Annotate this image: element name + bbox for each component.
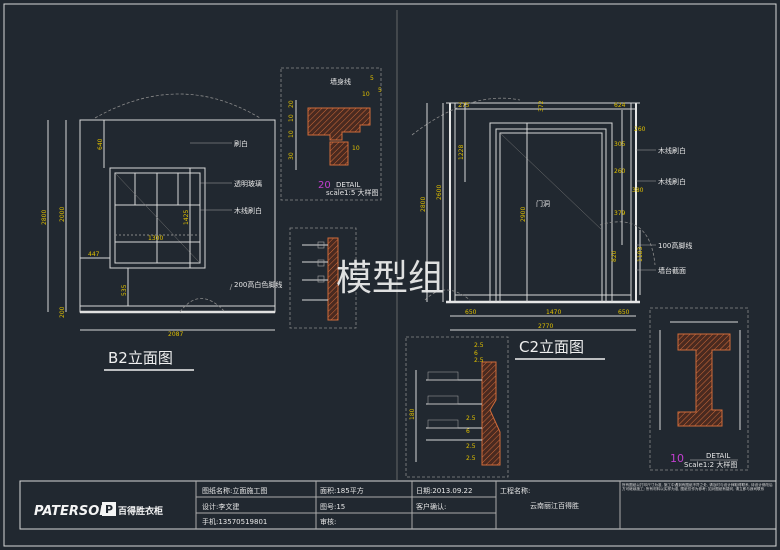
c2-label-trim-1: 木线刷白 bbox=[658, 146, 686, 155]
svg-text:5: 5 bbox=[378, 87, 382, 94]
svg-text:820: 820 bbox=[611, 250, 618, 262]
svg-text:2.5: 2.5 bbox=[474, 342, 484, 349]
b2-window bbox=[109, 167, 206, 269]
tb-project-label: 工程名称: bbox=[500, 486, 530, 495]
b2-label-trim: 木线刷白 bbox=[234, 206, 262, 215]
c2-title: C2立面图 bbox=[519, 338, 584, 356]
cad-drawing-sheet: 2800 2000 640 1425 1300 447 535 200 2087… bbox=[3, 3, 777, 547]
b2-dim-top: 640 bbox=[97, 138, 104, 150]
tb-project: 云南丽江百得胜 bbox=[530, 501, 579, 510]
svg-text:6: 6 bbox=[466, 428, 470, 435]
c2-dim-total-width: 2770 bbox=[538, 323, 553, 330]
svg-text:20: 20 bbox=[288, 100, 295, 108]
tb-phone: 手机:13570519801 bbox=[202, 517, 267, 526]
detail-small-scale: scale1:5 大样图 bbox=[326, 188, 379, 197]
svg-text:650: 650 bbox=[618, 309, 630, 316]
svg-text:10: 10 bbox=[362, 91, 370, 98]
svg-text:P: P bbox=[105, 503, 113, 516]
detail-large-number: 10 bbox=[670, 452, 684, 465]
svg-text:180: 180 bbox=[409, 408, 416, 420]
detail-small: 墙身线 20 10 10 30 5 5 10 10 20 DETAIL scal… bbox=[280, 67, 382, 201]
b2-dim-total-width: 2087 bbox=[168, 331, 183, 338]
b2-dim-window-width: 1300 bbox=[148, 235, 163, 242]
company-logo: PATERSON bbox=[34, 504, 110, 519]
tb-note-text: 所有图纸以打印尺寸为准, 施工中遇到有图纸不符之处, 请及时与设计师取得联系, … bbox=[622, 483, 773, 492]
svg-text:275: 275 bbox=[458, 102, 470, 109]
c2-door-label: 门洞 bbox=[536, 199, 550, 208]
svg-text:305: 305 bbox=[614, 141, 626, 148]
profile-detail: 2.5 6 2.5 2.5 6 2.5 2.5 180 bbox=[405, 336, 509, 478]
svg-text:10: 10 bbox=[352, 145, 360, 152]
detail-large-scale: Scale1:2 大样图 bbox=[684, 460, 737, 469]
b2-elevation: 2800 2000 640 1425 1300 447 535 200 2087… bbox=[41, 93, 282, 371]
svg-text:5: 5 bbox=[370, 75, 374, 82]
detail-small-title: 墙身线 bbox=[330, 77, 351, 86]
c2-elevation: 门洞 2800 2600 2900 1228 275 372 624 260 3… bbox=[411, 97, 692, 360]
company-logo-cn: 百得胜衣柜 bbox=[118, 505, 163, 517]
tb-review: 审核: bbox=[320, 517, 336, 526]
c2-label-skirting: 100高脚线 bbox=[658, 241, 692, 250]
detail-small-label: DETAIL bbox=[336, 181, 360, 189]
c2-dim-total-height: 2800 bbox=[420, 197, 427, 212]
tb-area: 面积:185平方 bbox=[320, 486, 364, 495]
svg-text:624: 624 bbox=[614, 102, 626, 109]
b2-dim-window-height: 1425 bbox=[183, 210, 190, 225]
b2-dim-base: 200 bbox=[59, 306, 66, 318]
detail-large-label: DETAIL bbox=[706, 452, 730, 460]
svg-text:1183: 1183 bbox=[637, 247, 644, 262]
svg-text:260: 260 bbox=[614, 168, 626, 175]
svg-text:260: 260 bbox=[634, 126, 646, 133]
svg-text:10: 10 bbox=[288, 130, 295, 138]
b2-dim-left: 447 bbox=[88, 251, 100, 258]
watermark: 模型组 bbox=[336, 258, 444, 299]
b2-dim-total-height: 2800 bbox=[41, 210, 48, 225]
svg-text:372: 372 bbox=[538, 100, 545, 112]
c2-label-trim-2: 木线刷白 bbox=[658, 177, 686, 186]
tb-drawing-no: 图号:15 bbox=[320, 503, 345, 511]
b2-label-skirting: 200高白色脚线 bbox=[234, 280, 282, 289]
b2-dim-wall-height: 2000 bbox=[59, 207, 66, 222]
svg-text:379: 379 bbox=[614, 210, 626, 217]
svg-text:10: 10 bbox=[288, 114, 295, 122]
tb-date: 日期:2013.09.22 bbox=[416, 487, 472, 495]
tb-client-confirm: 客户确认: bbox=[416, 502, 446, 511]
title-block: PATERSON P 百得胜衣柜 图纸名称:立面施工图 面积:185平方 日期:… bbox=[19, 480, 777, 530]
svg-text:650: 650 bbox=[465, 309, 477, 316]
svg-text:2.5: 2.5 bbox=[466, 415, 476, 422]
tb-note: 所有图纸以打印尺寸为准, 施工中遇到有图纸不符之处, 请及时与设计师取得联系, … bbox=[622, 483, 773, 492]
tb-designer: 设计:李文建 bbox=[202, 502, 239, 511]
b2-dim-sill: 535 bbox=[121, 284, 128, 296]
svg-text:380: 380 bbox=[632, 187, 644, 194]
svg-text:2.5: 2.5 bbox=[466, 455, 476, 462]
c2-dim-door-height: 2900 bbox=[520, 207, 527, 222]
svg-text:6: 6 bbox=[474, 350, 478, 357]
b2-title: B2立面图 bbox=[108, 349, 173, 367]
tb-drawing-name: 图纸名称:立面施工图 bbox=[202, 486, 267, 495]
svg-text:2.5: 2.5 bbox=[466, 443, 476, 450]
svg-text:2.5: 2.5 bbox=[474, 357, 484, 364]
b2-label-paint: 刷白 bbox=[234, 139, 248, 148]
c2-dim-upper: 1228 bbox=[458, 145, 465, 160]
b2-label-glass: 透明玻璃 bbox=[234, 179, 262, 188]
detail-large: 10 DETAIL Scale1:2 大样图 bbox=[649, 307, 749, 471]
c2-label-section: 墙台截面 bbox=[658, 266, 686, 275]
svg-text:30: 30 bbox=[288, 152, 295, 160]
svg-text:1470: 1470 bbox=[546, 309, 561, 316]
c2-dim-wall-height: 2600 bbox=[436, 185, 443, 200]
